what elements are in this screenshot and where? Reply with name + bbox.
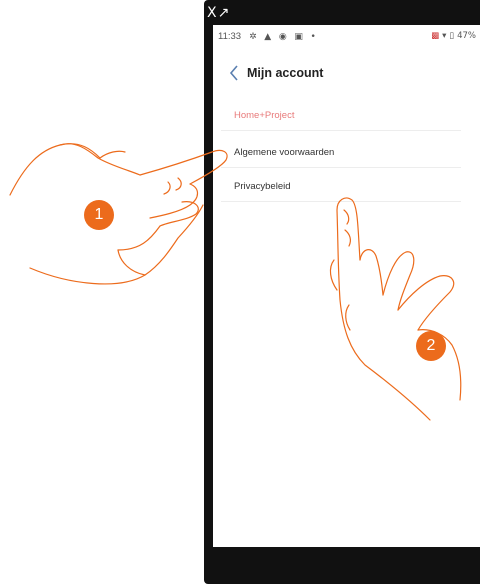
phone-screen: 11:33 ✲ ▲ ◉ ▣ • ▩ ▾ ▯ 47% Mijn account H… bbox=[213, 25, 480, 547]
warning-icon: ▲ bbox=[264, 31, 272, 42]
battery-icon: ▯ bbox=[449, 31, 455, 41]
menu-item-home-project[interactable]: Home+Project bbox=[221, 101, 461, 131]
wifi-icon: ▾ bbox=[442, 31, 447, 41]
page-title: Mijn account bbox=[247, 66, 324, 80]
gear-icon: ✲ bbox=[249, 31, 257, 42]
nfc-icon: ▩ bbox=[431, 31, 440, 41]
cast-close-icon: X↗ bbox=[207, 5, 231, 21]
step-badge-2: 2 bbox=[416, 331, 446, 361]
eye-icon: ◉ bbox=[278, 31, 287, 42]
status-bar: 11:33 ✲ ▲ ◉ ▣ • ▩ ▾ ▯ 47% bbox=[213, 25, 480, 47]
menu-item-algemene-voorwaarden[interactable]: Algemene voorwaarden bbox=[221, 138, 461, 168]
header: Mijn account bbox=[213, 61, 480, 85]
step-badge-1: 1 bbox=[84, 200, 114, 230]
menu-item-label: Algemene voorwaarden bbox=[234, 147, 335, 158]
battery-level: 47% bbox=[457, 31, 476, 41]
dot-icon: • bbox=[310, 31, 316, 42]
menu-item-label: Privacybeleid bbox=[234, 181, 291, 192]
menu-item-privacybeleid[interactable]: Privacybeleid bbox=[221, 172, 461, 202]
status-time: 11:33 bbox=[218, 30, 242, 42]
status-icons: ✲ ▲ ◉ ▣ • bbox=[249, 31, 321, 42]
screen-icon: ▣ bbox=[294, 31, 303, 42]
menu-item-label: Home+Project bbox=[234, 110, 295, 121]
chevron-left-icon[interactable] bbox=[225, 62, 243, 84]
status-icons-right: ▩ ▾ ▯ 47% bbox=[431, 25, 476, 47]
